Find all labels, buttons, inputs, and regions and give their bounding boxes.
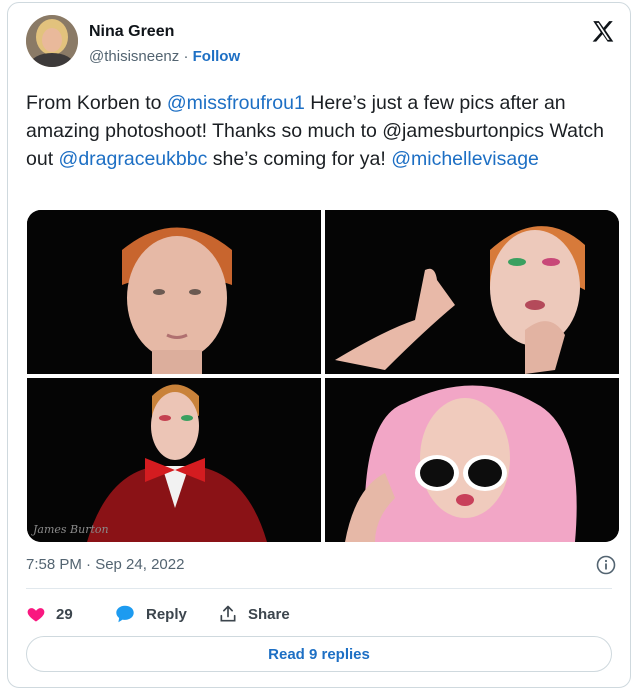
- x-logo-icon[interactable]: [590, 19, 616, 45]
- tweet-text-segment: she’s coming for ya!: [207, 148, 392, 170]
- mention-link[interactable]: @dragraceukbbc: [59, 148, 208, 170]
- share-button[interactable]: Share: [218, 599, 290, 629]
- avatar[interactable]: [26, 15, 78, 67]
- tweet-text-segment: From Korben to: [26, 92, 167, 114]
- info-icon[interactable]: [596, 555, 616, 575]
- mention-link[interactable]: @michellevisage: [391, 148, 539, 170]
- like-count: 29: [56, 605, 73, 623]
- tweet-card: Nina Green @thisisneenz · Follow From Ko…: [7, 2, 631, 688]
- photo-sequin-jacket[interactable]: James Burton: [27, 378, 321, 542]
- tweet-text: From Korben to @missfroufrou1 Here’s jus…: [26, 89, 611, 173]
- photo-grid[interactable]: James Burton: [27, 210, 619, 542]
- photo-makeup-hand[interactable]: [325, 210, 619, 374]
- tweet-header: Nina Green @thisisneenz · Follow: [26, 15, 616, 75]
- speech-bubble-icon: [116, 605, 134, 623]
- follow-link[interactable]: Follow: [193, 48, 241, 65]
- photo-pink-wig[interactable]: [325, 378, 619, 542]
- photo-watermark: James Burton: [31, 523, 109, 536]
- action-bar: 29 Reply Share: [26, 599, 426, 629]
- mention-link[interactable]: @missfroufrou1: [167, 92, 305, 114]
- divider: [26, 588, 612, 589]
- like-button[interactable]: 29: [26, 599, 73, 629]
- photo-boy-portrait[interactable]: [27, 210, 321, 374]
- author-name[interactable]: Nina Green: [89, 23, 174, 41]
- read-replies-button[interactable]: Read 9 replies: [26, 636, 612, 672]
- reply-label: Reply: [146, 605, 187, 623]
- author-handle-row: @thisisneenz · Follow: [89, 48, 240, 65]
- handle-separator: ·: [183, 48, 189, 65]
- reply-button[interactable]: Reply: [114, 599, 187, 629]
- tweet-timestamp[interactable]: 7:58 PM · Sep 24, 2022: [26, 556, 184, 573]
- author-handle[interactable]: @thisisneenz: [89, 48, 179, 65]
- share-label: Share: [248, 605, 290, 623]
- heart-icon: [27, 608, 45, 622]
- share-upload-icon: [220, 605, 236, 622]
